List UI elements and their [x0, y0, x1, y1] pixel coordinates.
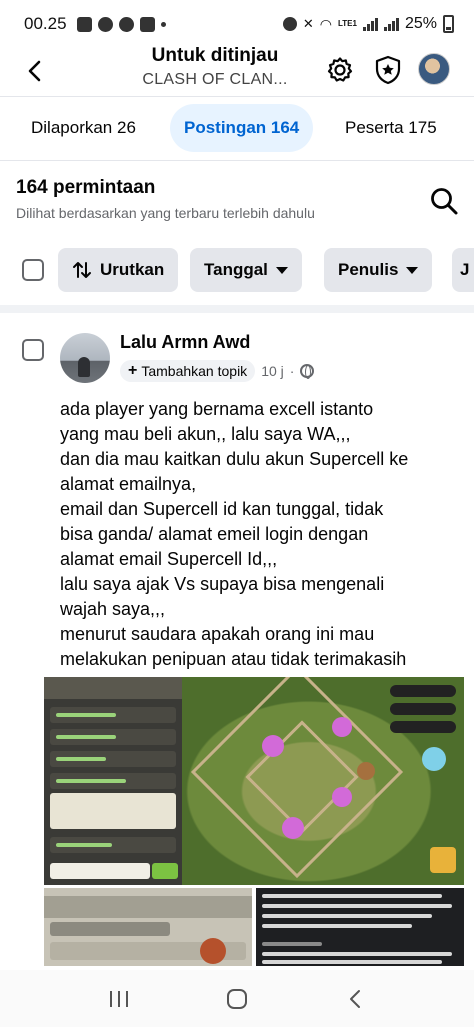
- gallery-notification-icon: [76, 16, 92, 32]
- post-line: alamat email Supercell Id,,,: [60, 549, 278, 569]
- tab-reported[interactable]: Dilaporkan 26: [31, 104, 136, 152]
- post-body: ada player yang bernama excell istanto y…: [60, 397, 470, 672]
- settings-button[interactable]: [322, 52, 358, 88]
- author-avatar[interactable]: [60, 333, 110, 383]
- request-count: 164 permintaan: [16, 177, 156, 198]
- page-title: Untuk ditinjau: [151, 45, 279, 66]
- back-arrow-icon: [28, 60, 41, 82]
- recent-apps-icon: [110, 990, 128, 1007]
- status-time: 00.25: [24, 14, 67, 33]
- author-name[interactable]: Lalu Armn Awd: [120, 332, 250, 353]
- post-line: email dan Supercell id kan tunggal, tida…: [60, 499, 384, 519]
- post-line: lalu saya ajak Vs supaya bisa mengenali: [60, 574, 385, 594]
- search-icon: [431, 188, 458, 215]
- sort-button[interactable]: Urutkan: [58, 248, 179, 292]
- admin-tools-button[interactable]: [370, 52, 406, 88]
- status-bar: 00.25 ✕ ◠ LTE1 25%: [0, 0, 474, 48]
- more-notifications-icon: [160, 21, 166, 27]
- system-nav-bar: [0, 970, 474, 1027]
- whatsapp-notification-icon: [97, 16, 113, 32]
- more-filter-button[interactable]: J: [452, 248, 474, 292]
- date-filter-label: Tanggal: [204, 260, 268, 279]
- select-all-checkbox[interactable]: [22, 259, 44, 281]
- add-topic-label: Tambahkan topik: [141, 363, 248, 379]
- meta-separator: ·: [289, 363, 295, 379]
- clan-chat-panel-image: [44, 677, 182, 885]
- home-icon: [227, 988, 247, 1009]
- village-image: [182, 677, 464, 885]
- search-button[interactable]: [424, 183, 464, 219]
- post-select-checkbox[interactable]: [22, 339, 44, 361]
- recent-apps-button[interactable]: [99, 979, 139, 1019]
- date-filter-button[interactable]: Tanggal: [190, 248, 302, 292]
- caret-down-icon: [406, 266, 419, 274]
- group-name: CLASH OF CLAN...: [142, 71, 288, 88]
- post-line: wajah saya,,,: [60, 599, 166, 619]
- alarm-icon: [282, 17, 297, 31]
- post-photo-chat-screenshot[interactable]: [256, 888, 464, 966]
- profile-avatar[interactable]: [418, 53, 450, 85]
- sort-description: Dilihat berdasarkan yang terbaru terlebi…: [16, 205, 315, 221]
- post-meta: + Tambahkan topik 10 j ·: [120, 360, 315, 382]
- plus-icon: +: [128, 362, 138, 379]
- more-filter-label: J: [460, 260, 470, 279]
- post-line: bisa ganda/ alamat emeil login dengan: [60, 524, 369, 544]
- post-line: alamat emailnya,: [60, 474, 197, 494]
- whatsapp-notification-icon-2: [118, 16, 134, 32]
- mute-icon: ✕: [302, 16, 314, 31]
- home-button[interactable]: [217, 979, 257, 1019]
- tab-posts[interactable]: Postingan 164: [170, 104, 314, 152]
- post-photo-game-screenshot[interactable]: [44, 677, 464, 885]
- post-time: 10 j: [261, 363, 284, 379]
- sort-arrows-icon: [73, 262, 91, 278]
- status-right: ✕ ◠ LTE1 25%: [282, 15, 454, 33]
- post-line: menurut saudara apakah orang ini mau: [60, 624, 375, 644]
- post-line: melakukan penipuan atau tidak terimakasi…: [60, 649, 407, 669]
- shield-star-icon: [375, 55, 401, 85]
- globe-icon: [300, 364, 315, 379]
- post-photo-clan-profile[interactable]: [44, 888, 252, 966]
- back-chevron-icon: [350, 989, 360, 1008]
- app-header: Untuk ditinjau CLASH OF CLAN...: [0, 45, 474, 94]
- signal-icon-2: [383, 17, 399, 31]
- header-divider: [0, 96, 474, 97]
- filter-row: Urutkan Tanggal Penulis J: [0, 248, 474, 294]
- battery-icon: [443, 15, 454, 33]
- header-titles: Untuk ditinjau CLASH OF CLAN...: [110, 43, 320, 91]
- battery-percent: 25%: [404, 15, 437, 32]
- signal-icon: [362, 17, 378, 31]
- wifi-icon: ◠: [319, 15, 332, 32]
- tab-participants[interactable]: Peserta 175: [345, 104, 437, 152]
- section-separator: [0, 305, 474, 313]
- tab-bar: Dilaporkan 26 Postingan 164 Peserta 175: [0, 104, 474, 154]
- lte-label: LTE1: [338, 19, 357, 28]
- tabs-divider: [0, 160, 474, 161]
- app-notification-icon: [139, 16, 155, 32]
- post-line: dan dia mau kaitkan dulu akun Supercell …: [60, 449, 409, 469]
- post-line: yang mau beli akun,, lalu saya WA,,,: [60, 424, 351, 444]
- add-topic-button[interactable]: + Tambahkan topik: [120, 360, 256, 382]
- author-filter-label: Penulis: [338, 260, 399, 279]
- sort-label: Urutkan: [100, 260, 165, 279]
- back-button[interactable]: [18, 54, 52, 88]
- post-line: ada player yang bernama excell istanto: [60, 399, 374, 419]
- caret-down-icon: [275, 266, 288, 274]
- gear-icon: [327, 57, 353, 82]
- status-left: 00.25: [24, 14, 166, 34]
- system-back-button[interactable]: [335, 979, 375, 1019]
- author-filter-button[interactable]: Penulis: [324, 248, 433, 292]
